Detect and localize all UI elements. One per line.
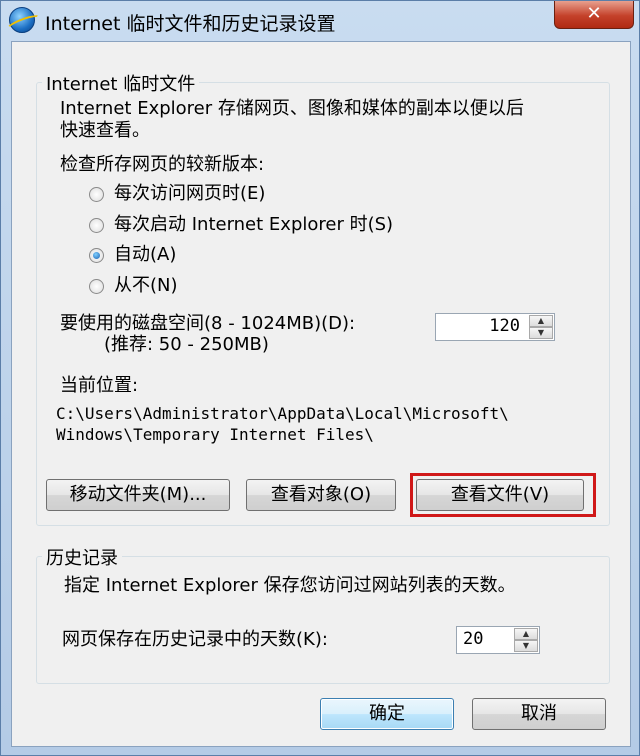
history-description: 指定 Internet Explorer 保存您访问过网站列表的天数。 [64, 575, 516, 596]
title-bar[interactable]: Internet 临时文件和历史记录设置 ✕ [1, 1, 640, 41]
temp-files-group [36, 82, 610, 526]
ie-globe-icon [9, 7, 35, 33]
view-files-highlight [410, 473, 596, 517]
move-folder-button[interactable]: 移动文件夹(M)... [46, 479, 230, 511]
history-days-stepper[interactable]: 20 ▲ ▼ [456, 626, 540, 654]
temp-files-description-line1: Internet Explorer 存储网页、图像和媒体的副本以便以后 [60, 98, 524, 119]
radio-never-label[interactable]: 从不(N) [114, 275, 178, 297]
disk-space-up-arrow-icon[interactable]: ▲ [529, 315, 553, 327]
cancel-button[interactable]: 取消 [472, 698, 606, 730]
location-path-line2: Windows\Temporary Internet Files\ [56, 425, 374, 444]
radio-automatic[interactable] [89, 248, 104, 263]
radio-automatic-label[interactable]: 自动(A) [114, 244, 176, 266]
disk-space-value[interactable]: 120 [489, 316, 520, 336]
disk-space-hint: (推荐: 50 - 250MB) [104, 334, 269, 355]
history-days-down-arrow-icon[interactable]: ▼ [514, 640, 538, 652]
ok-button[interactable]: 确定 [320, 698, 454, 730]
history-days-label: 网页保存在历史记录中的天数(K): [62, 629, 328, 650]
radio-every-start-label[interactable]: 每次启动 Internet Explorer 时(S) [114, 214, 393, 236]
current-location-label: 当前位置: [60, 375, 139, 396]
temp-files-legend: Internet 临时文件 [42, 70, 200, 96]
disk-space-spin: ▲ ▼ [529, 315, 553, 339]
disk-space-label: 要使用的磁盘空间(8 - 1024MB)(D): [60, 313, 356, 334]
dialog-body: Internet 临时文件 Internet Explorer 存储网页、图像和… [11, 41, 631, 747]
radio-every-visit-label[interactable]: 每次访问网页时(E) [114, 183, 265, 205]
history-days-spin: ▲ ▼ [514, 628, 538, 652]
disk-space-down-arrow-icon[interactable]: ▼ [529, 327, 553, 339]
close-button[interactable]: ✕ [554, 1, 634, 29]
radio-never[interactable] [89, 279, 104, 294]
temp-files-description-line2: 快速查看。 [60, 120, 150, 141]
location-path-line1: C:\Users\Administrator\AppData\Local\Mic… [56, 404, 509, 423]
history-days-up-arrow-icon[interactable]: ▲ [514, 628, 538, 640]
check-version-label: 检查所存网页的较新版本: [60, 154, 265, 175]
history-legend: 历史记录 [42, 544, 122, 570]
radio-every-visit[interactable] [89, 187, 104, 202]
settings-dialog: Internet 临时文件和历史记录设置 ✕ Internet 临时文件 Int… [0, 0, 640, 756]
disk-space-stepper[interactable]: 120 ▲ ▼ [435, 313, 555, 341]
radio-every-start[interactable] [89, 218, 104, 233]
window-title: Internet 临时文件和历史记录设置 [45, 13, 336, 35]
view-objects-button[interactable]: 查看对象(O) [246, 479, 396, 511]
history-days-value[interactable]: 20 [463, 629, 483, 649]
